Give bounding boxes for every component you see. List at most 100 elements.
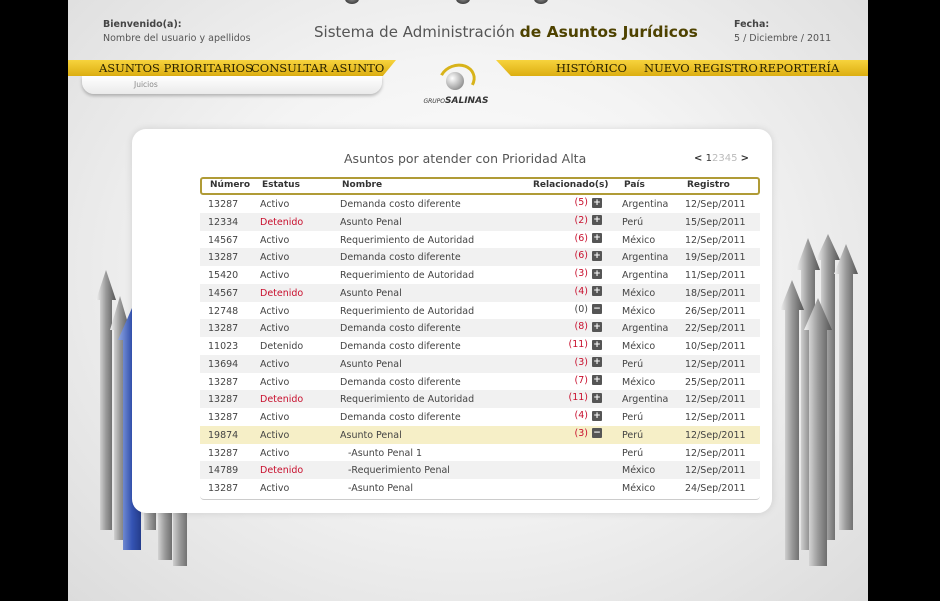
- cell-nombre: Asunto Penal: [340, 287, 402, 299]
- cell-pais: Perú: [622, 429, 644, 441]
- cell-relacionados: (6) +: [575, 250, 602, 261]
- related-count: (3): [574, 427, 588, 439]
- cell-nombre: Demanda costo diferente: [340, 199, 461, 210]
- cell-estatus: Activo: [260, 447, 290, 459]
- related-count: (4): [574, 410, 588, 421]
- col-pais[interactable]: País: [624, 180, 645, 190]
- cell-relacionados: (8) +: [575, 321, 602, 332]
- cell-nombre: Asunto Penal: [340, 358, 402, 370]
- related-count: (4): [574, 285, 588, 297]
- expand-icon[interactable]: +: [592, 392, 602, 403]
- cell-pais: México: [622, 376, 656, 388]
- cell-pais: Perú: [622, 447, 644, 459]
- related-count: (6): [574, 232, 588, 244]
- table-row[interactable]: 13287 Activo Demanda costo diferente (8) + Ar…: [200, 319, 760, 337]
- cell-pais: México: [622, 465, 656, 477]
- col-estatus[interactable]: Estatus: [262, 180, 300, 190]
- table-row[interactable]: 14567 Activo Requerimiento de Autoridad (6)…: [200, 231, 760, 249]
- table-row[interactable]: 13287 Activo -Asunto Penal México 24/Sep/201…: [200, 479, 760, 497]
- table-row[interactable]: 14567 Detenido Asunto Penal (4) + México 18/Se…: [200, 283, 760, 302]
- expand-icon[interactable]: +: [592, 268, 602, 279]
- nav-nuevo-registro[interactable]: NUEVO REGISTRO: [644, 61, 758, 75]
- cell-registro: 24/Sep/2011: [685, 483, 746, 494]
- cell-relacionados: (5) +: [575, 197, 602, 208]
- related-count: (2): [574, 214, 588, 226]
- cell-registro: 12/Sep/2011: [685, 465, 746, 477]
- pager-prev-button[interactable]: <: [694, 153, 702, 164]
- cell-numero: 14567: [208, 287, 239, 299]
- related-count: (3): [574, 268, 588, 279]
- cell-numero: 13287: [208, 394, 239, 406]
- col-nombre[interactable]: Nombre: [342, 180, 382, 190]
- cell-pais: México: [622, 305, 656, 317]
- date-value: 5 / Diciembre / 2011: [734, 33, 832, 44]
- decorative-dot: [534, 0, 548, 4]
- pager-next-button[interactable]: >: [741, 153, 749, 164]
- expand-icon[interactable]: +: [592, 250, 602, 261]
- col-relacionados[interactable]: Relacionado(s): [533, 180, 609, 190]
- table-bottom-border: [200, 496, 760, 500]
- cell-relacionados: (7) +: [575, 375, 602, 386]
- col-numero[interactable]: Número: [210, 180, 250, 190]
- expand-icon[interactable]: +: [592, 357, 602, 368]
- cell-pais: Argentina: [622, 323, 669, 335]
- table-row[interactable]: 13287 Activo -Asunto Penal 1 Perú 12/Sep/201…: [200, 444, 760, 462]
- cell-registro: 12/Sep/2011: [685, 429, 746, 441]
- nav-consultar-asunto[interactable]: CONSULTAR ASUNTO: [251, 61, 384, 75]
- cell-nombre: -Asunto Penal 1: [348, 447, 423, 459]
- cell-estatus: Activo: [260, 270, 290, 281]
- pager-page[interactable]: 5: [731, 153, 737, 164]
- expand-icon[interactable]: +: [592, 215, 602, 226]
- cell-pais: Perú: [622, 216, 644, 228]
- submenu-juicios[interactable]: Juicios: [134, 80, 158, 89]
- submenu-bar: Juicios: [82, 76, 382, 94]
- cell-registro: 12/Sep/2011: [685, 234, 746, 246]
- cell-estatus: Detenido: [260, 394, 304, 406]
- table-row[interactable]: 15420 Activo Requerimiento de Autoridad (3)…: [200, 266, 760, 284]
- cell-estatus: Detenido: [260, 216, 304, 228]
- collapse-icon[interactable]: −: [592, 428, 602, 439]
- expand-icon[interactable]: +: [592, 321, 602, 332]
- cell-registro: 12/Sep/2011: [685, 199, 746, 210]
- table-row[interactable]: 19874 Activo Asunto Penal (3) − Perú 12/Sep/20…: [200, 425, 760, 444]
- table-row[interactable]: 13694 Activo Asunto Penal (3) + Perú 12/Sep/20…: [200, 354, 760, 373]
- expand-icon[interactable]: +: [592, 233, 602, 243]
- nav-historico[interactable]: HISTÓRICO: [556, 61, 627, 75]
- nav-reporteria[interactable]: REPORTERÍA: [759, 61, 839, 75]
- logo-sphere: [446, 72, 464, 90]
- cell-estatus: Detenido: [260, 465, 304, 477]
- cell-numero: 13287: [208, 376, 239, 388]
- related-count: (11): [568, 392, 588, 404]
- expand-icon[interactable]: +: [592, 410, 602, 421]
- cell-pais: Argentina: [622, 394, 669, 406]
- table-row[interactable]: 14789 Detenido -Requerimiento Penal México 1…: [200, 461, 760, 479]
- col-registro[interactable]: Registro: [687, 180, 730, 190]
- expand-icon[interactable]: +: [592, 197, 602, 208]
- logo-text: GRUPOSALINAS: [416, 96, 496, 106]
- table-row[interactable]: 12334 Detenido Asunto Penal (2) + Perú 15/Sep/…: [200, 212, 760, 231]
- expand-icon[interactable]: +: [592, 286, 602, 297]
- expand-icon[interactable]: +: [592, 375, 602, 385]
- table-row[interactable]: 13287 Activo Demanda costo diferente (6) + Ar…: [200, 248, 760, 266]
- cell-estatus: Detenido: [260, 287, 304, 299]
- collapse-icon[interactable]: −: [592, 304, 602, 314]
- cell-registro: 25/Sep/2011: [685, 376, 746, 388]
- cell-nombre: Demanda costo diferente: [340, 341, 461, 352]
- related-count: (6): [574, 250, 588, 262]
- nav-asuntos-prioritarios[interactable]: ASUNTOS PRIORITARIOS: [99, 61, 253, 75]
- table-row[interactable]: 13287 Activo Demanda costo diferente (4) + Pe…: [200, 408, 760, 426]
- related-count: (0): [574, 303, 588, 315]
- cell-estatus: Activo: [260, 305, 290, 317]
- table-row[interactable]: 12748 Activo Requerimiento de Autoridad (0)…: [200, 302, 760, 320]
- expand-icon[interactable]: +: [592, 339, 602, 350]
- related-count: (8): [574, 321, 588, 333]
- cell-numero: 13287: [208, 483, 239, 494]
- cell-estatus: Activo: [260, 252, 290, 264]
- table-row[interactable]: 13287 Activo Demanda costo diferente (5) + Ar…: [200, 195, 760, 213]
- related-count: (3): [574, 356, 588, 368]
- cell-registro: 18/Sep/2011: [685, 287, 746, 299]
- table-row[interactable]: 13287 Activo Demanda costo diferente (7) + Mé…: [200, 373, 760, 391]
- table-row[interactable]: 13287 Detenido Requerimiento de Autoridad (…: [200, 390, 760, 408]
- table-row[interactable]: 11023 Detenido Demanda costo diferente (11)…: [200, 337, 760, 355]
- logo-name: SALINAS: [445, 96, 489, 106]
